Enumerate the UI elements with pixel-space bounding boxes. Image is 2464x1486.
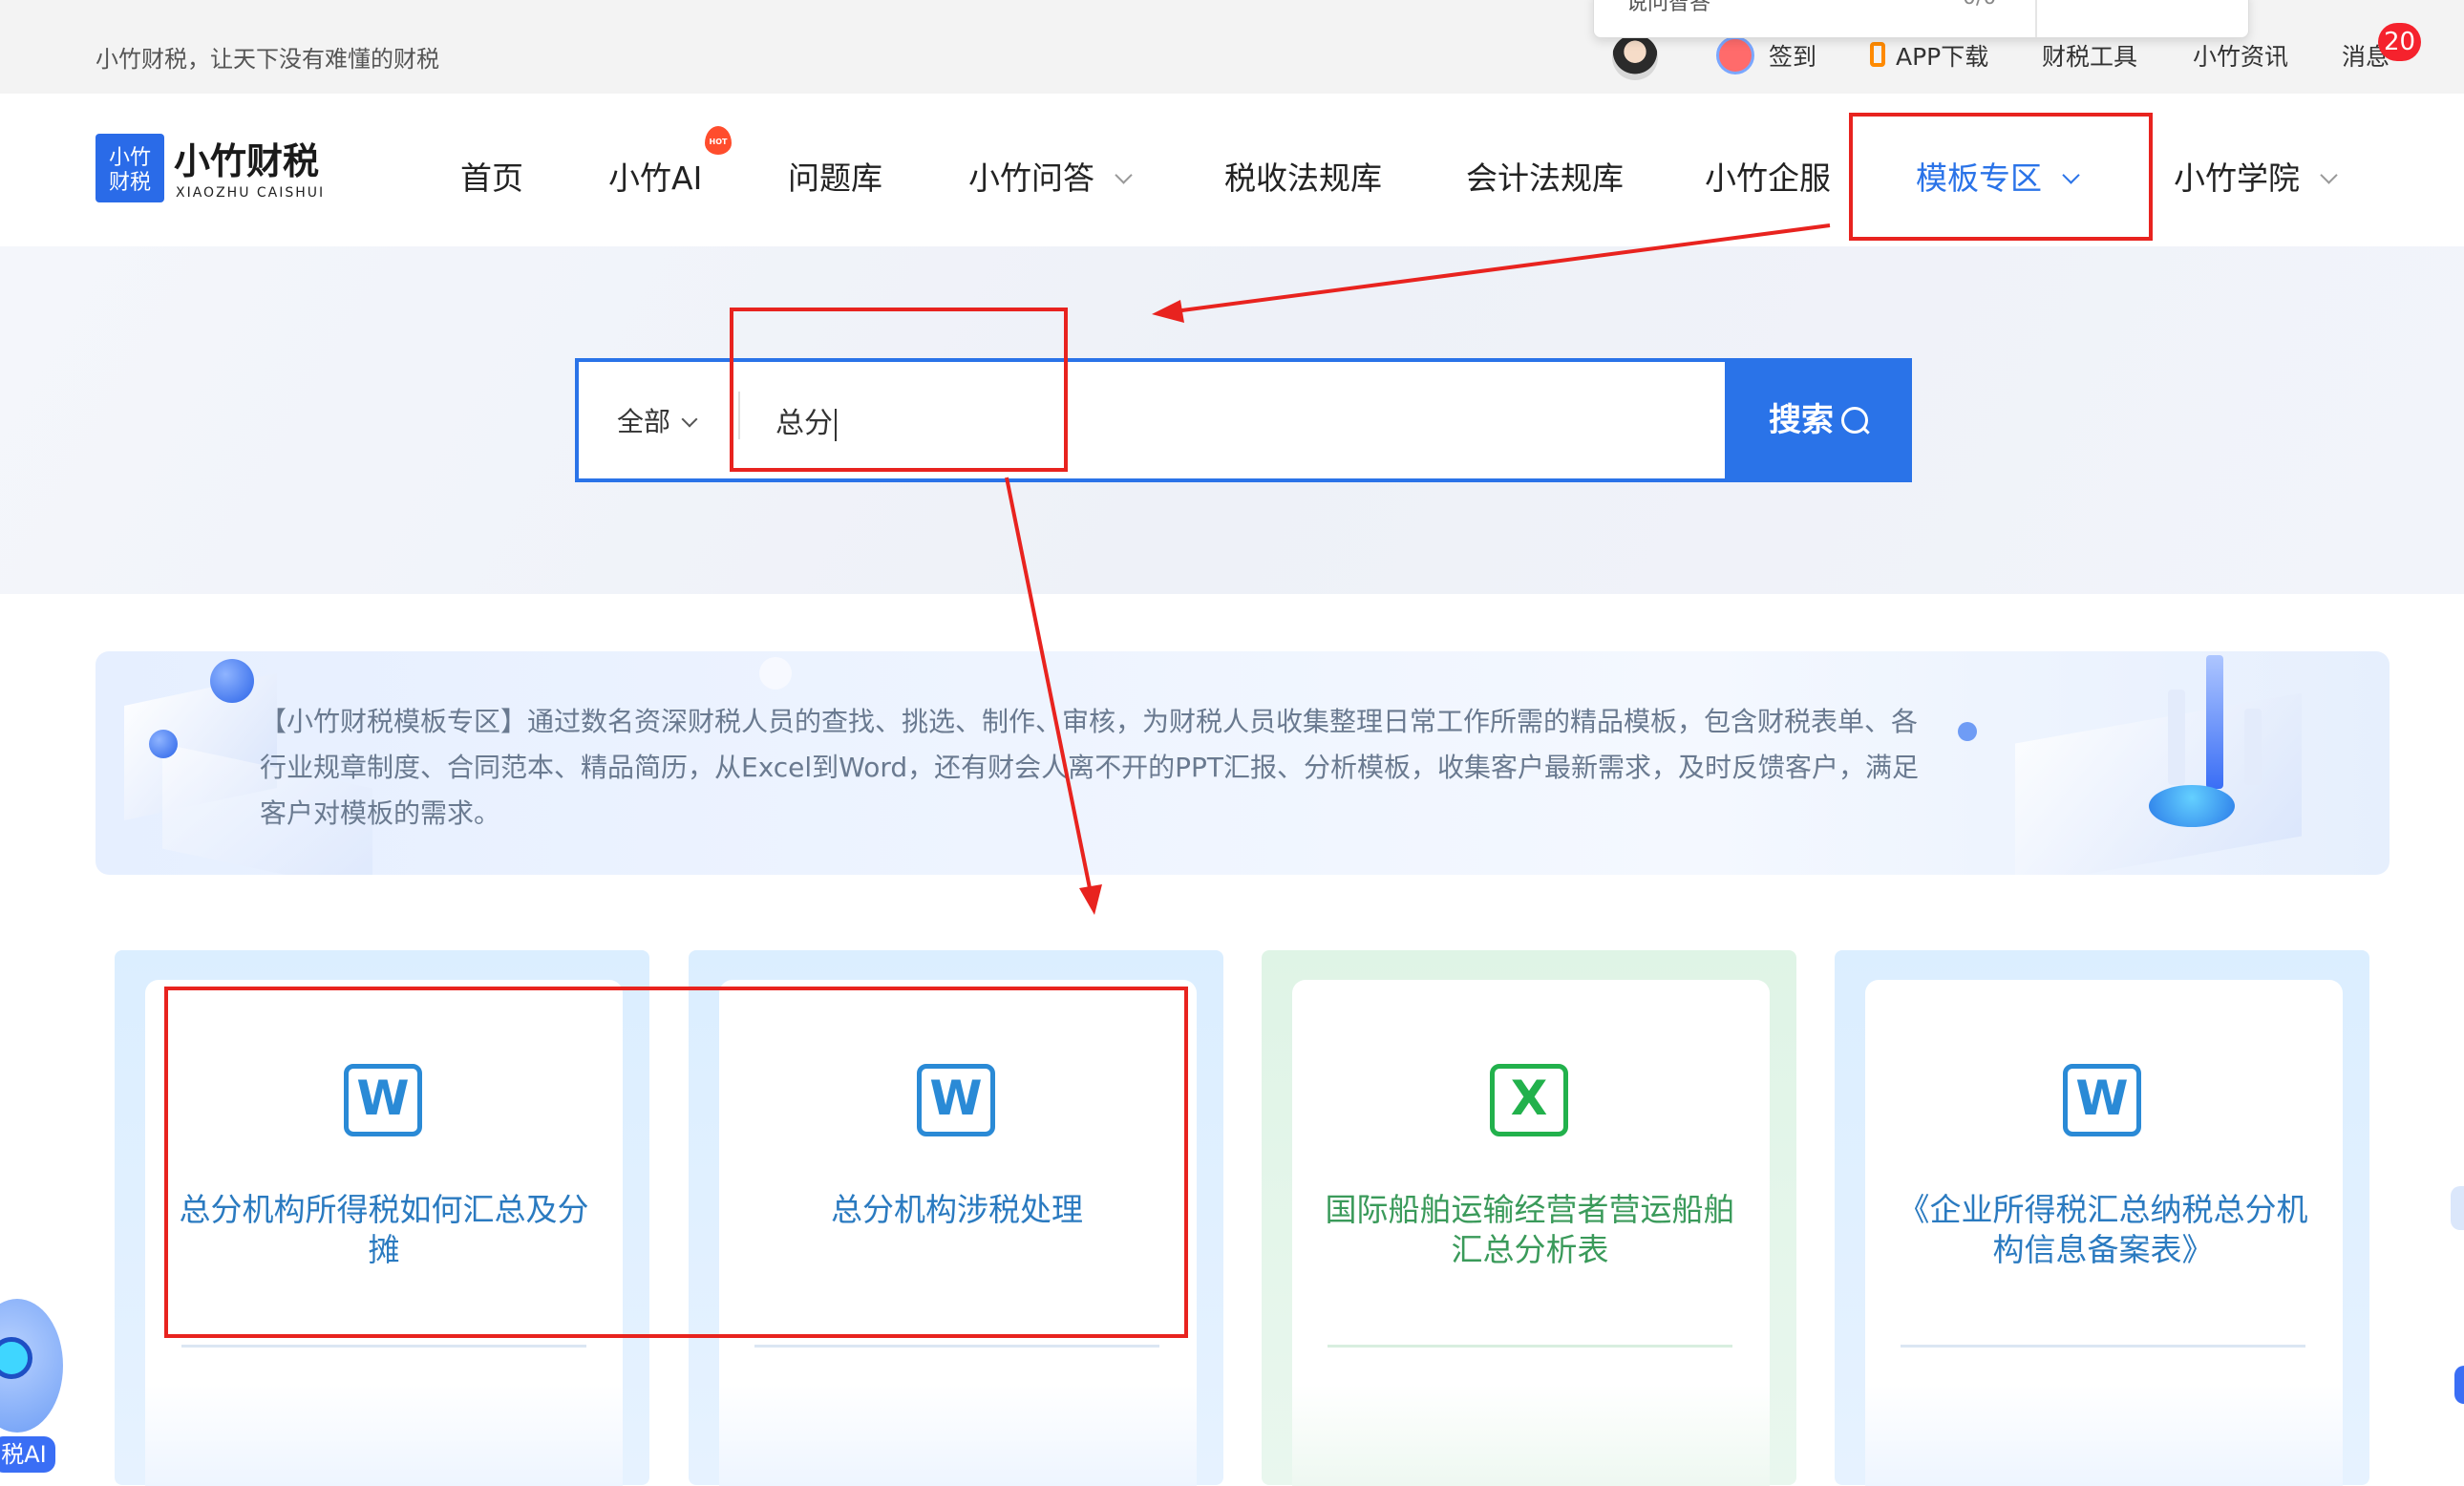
annotation-arrowhead <box>1079 884 1102 915</box>
annotation-arrows <box>1005 223 1831 915</box>
annotation-arrow-line <box>1174 223 1831 313</box>
annotation-arrow-line <box>1005 477 1093 894</box>
annotation-arrowhead <box>1152 300 1184 323</box>
